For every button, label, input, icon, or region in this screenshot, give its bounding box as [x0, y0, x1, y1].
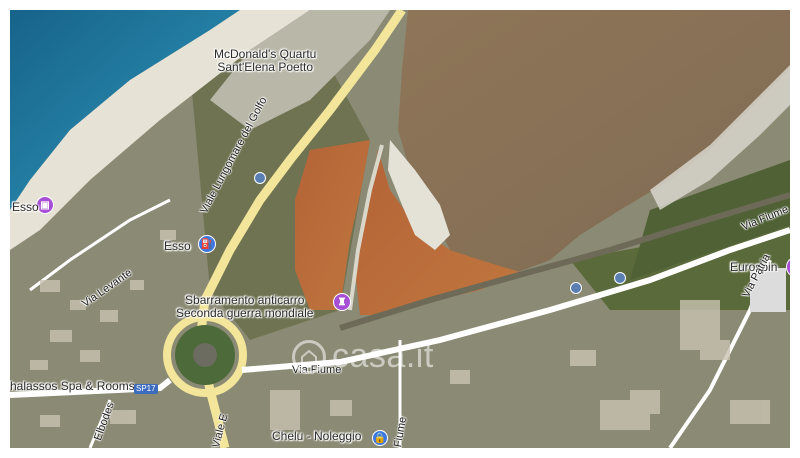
lock-icon[interactable]: 🔒 [372, 430, 388, 446]
place-chelu[interactable]: Chelu - Noleggio [272, 430, 361, 443]
bus-stop-icon[interactable] [254, 172, 266, 184]
place-esso[interactable]: Esso [164, 240, 191, 253]
bus-stop-icon[interactable] [614, 272, 626, 284]
casa-watermark: casa.it [292, 337, 434, 376]
place-sbarramento[interactable]: Sbarramento anticarro Seconda guerra mon… [176, 294, 313, 320]
map-frame: McDonald's Quartu Sant'Elena Poetto ▣ Es… [0, 0, 800, 458]
bus-stop-icon[interactable] [570, 282, 582, 294]
monument-icon[interactable]: ♜ [333, 293, 351, 311]
route-badge: SP17 [134, 384, 158, 394]
house-logo-icon [292, 339, 326, 374]
place-esso-left[interactable]: Esso [12, 201, 39, 214]
watermark-text: casa.it [332, 337, 434, 375]
place-mcdonalds[interactable]: McDonald's Quartu Sant'Elena Poetto [214, 48, 316, 74]
fuel-pump-icon[interactable]: ⛽ [198, 235, 216, 253]
satellite-map[interactable]: McDonald's Quartu Sant'Elena Poetto ▣ Es… [10, 10, 790, 448]
place-thalassos[interactable]: halassos Spa & Rooms [10, 380, 135, 393]
